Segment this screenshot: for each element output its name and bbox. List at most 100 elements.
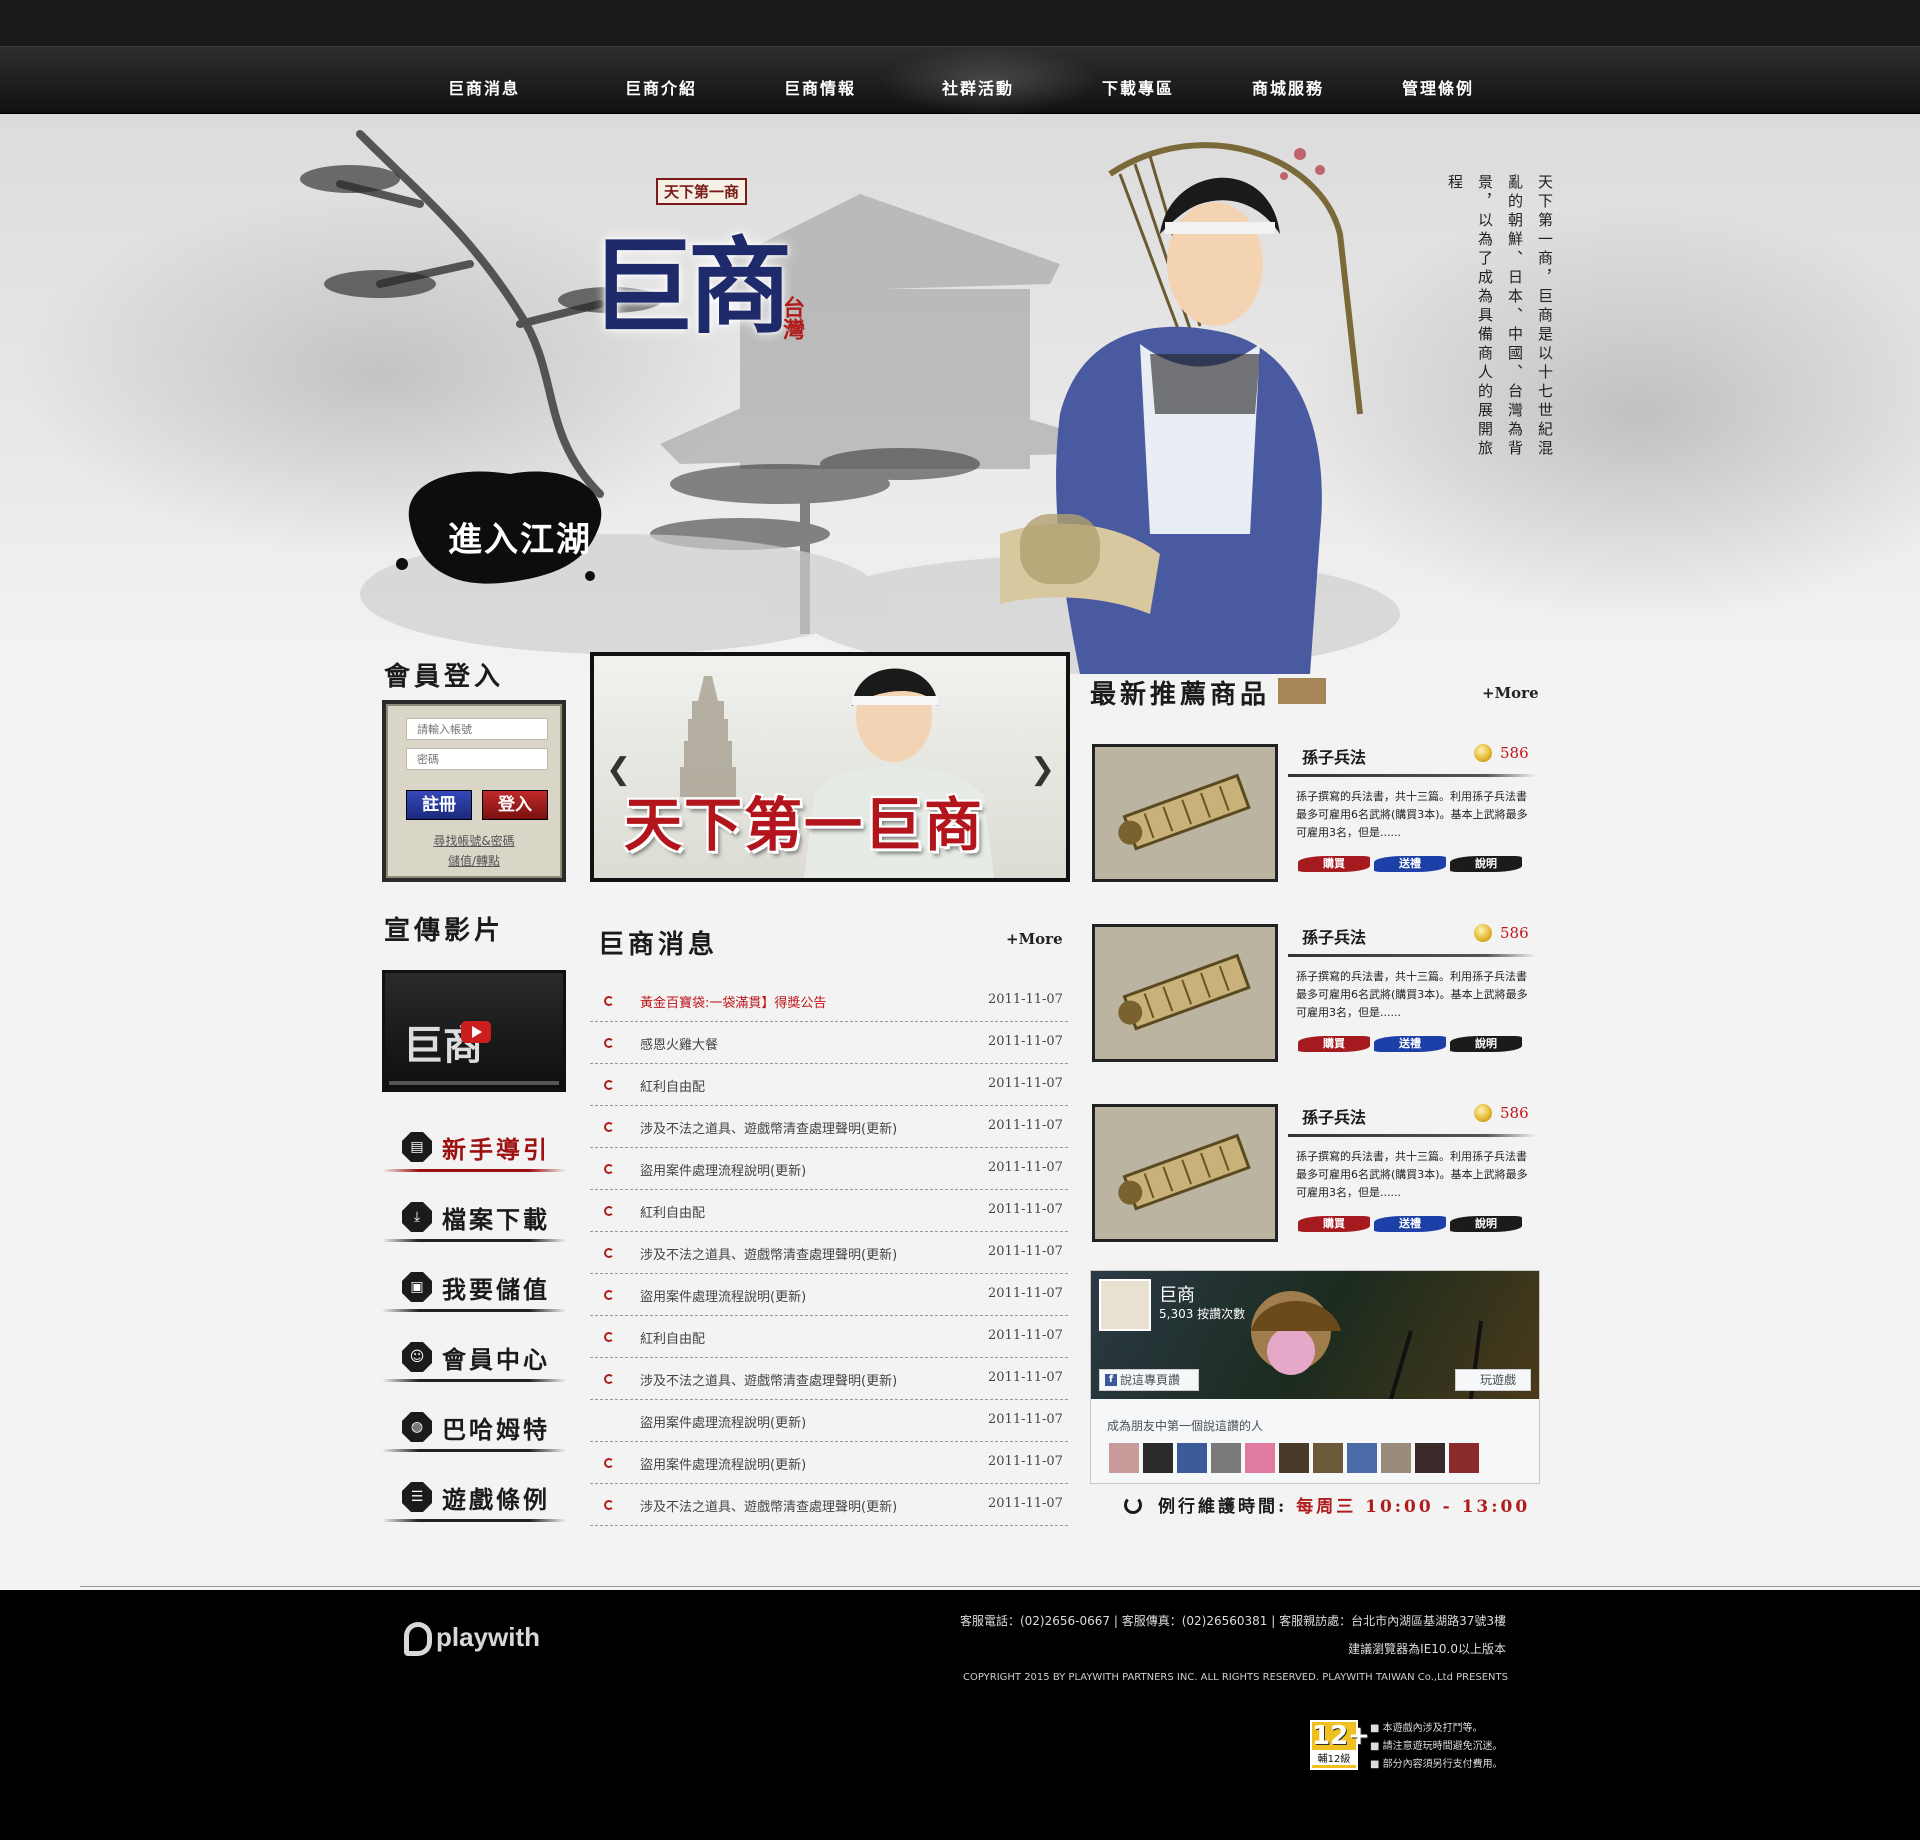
promo-video[interactable]: 巨商	[382, 970, 566, 1092]
gift-button[interactable]: 送禮	[1374, 1036, 1446, 1052]
nav-news[interactable]: 巨商消息	[448, 75, 520, 99]
bullet-icon	[604, 1038, 614, 1048]
buy-button[interactable]: 購買	[1298, 1036, 1370, 1052]
topup-link[interactable]: 儲值/轉點	[386, 852, 562, 869]
facebook-page-avatar[interactable]	[1099, 1279, 1151, 1331]
promo-banner[interactable]: ❮ ❯ 天下第一巨商	[590, 652, 1070, 882]
news-date: 2011-11-07	[988, 992, 1063, 1007]
news-row[interactable]: 盜用案件處理流程說明(更新) 2011-11-07	[590, 1442, 1068, 1484]
hero-artwork	[300, 130, 1400, 674]
product-image[interactable]	[1092, 744, 1278, 882]
side-menu-button[interactable]: ☰ 遊戲條例	[382, 1470, 566, 1526]
find-account-link[interactable]: 尋找帳號&密碼	[386, 832, 562, 849]
rating-note: ■ 本遊戲內涉及打鬥等。	[1370, 1723, 1483, 1734]
news-title[interactable]: 涉及不法之道具、遊戲幣清查處理聲明(更新)	[640, 1496, 897, 1515]
facebook-page-name[interactable]: 巨商	[1159, 1281, 1195, 1307]
forum-icon: ◍	[402, 1412, 432, 1442]
news-title[interactable]: 紅利自由配	[640, 1076, 705, 1095]
products-more-link[interactable]: +More	[1482, 684, 1539, 702]
maintenance-time: 例行維護時間: 每周三 10:00 - 13:00	[1124, 1492, 1530, 1517]
playwith-logo[interactable]: playwith	[404, 1622, 540, 1657]
gift-button[interactable]: 送禮	[1374, 856, 1446, 872]
news-date: 2011-11-07	[988, 1076, 1063, 1091]
side-menu-label: 巴哈姆特	[442, 1415, 550, 1444]
news-row[interactable]: 涉及不法之道具、遊戲幣清查處理聲明(更新) 2011-11-07	[590, 1106, 1068, 1148]
friend-avatar[interactable]	[1279, 1443, 1309, 1473]
news-row[interactable]: 紅利自由配 2011-11-07	[590, 1190, 1068, 1232]
news-row[interactable]: 盜用案件處理流程說明(更新) 2011-11-07	[590, 1274, 1068, 1316]
product-name[interactable]: 孫子兵法	[1302, 744, 1366, 768]
product-name[interactable]: 孫子兵法	[1302, 924, 1366, 948]
news-row[interactable]: 盜用案件處理流程說明(更新) 2011-11-07	[590, 1400, 1068, 1442]
side-menu-label: 檔案下載	[442, 1205, 550, 1234]
news-title[interactable]: 涉及不法之道具、遊戲幣清查處理聲明(更新)	[640, 1118, 897, 1137]
friend-avatar[interactable]	[1347, 1443, 1377, 1473]
news-row[interactable]: 涉及不法之道具、遊戲幣清查處理聲明(更新) 2011-11-07	[590, 1484, 1068, 1526]
news-title[interactable]: 涉及不法之道具、遊戲幣清查處理聲明(更新)	[640, 1244, 897, 1263]
product-image[interactable]	[1092, 1104, 1278, 1242]
friend-avatar[interactable]	[1177, 1443, 1207, 1473]
game-logo[interactable]: 巨商	[590, 202, 792, 353]
friend-avatar[interactable]	[1211, 1443, 1241, 1473]
coin-icon	[1474, 924, 1492, 942]
nav-download[interactable]: 下載專區	[1102, 75, 1174, 99]
nav-info[interactable]: 巨商情報	[784, 75, 856, 99]
product-name[interactable]: 孫子兵法	[1302, 1104, 1366, 1128]
password-input[interactable]	[406, 748, 548, 770]
news-title[interactable]: 盜用案件處理流程說明(更新)	[640, 1160, 806, 1179]
side-menu-button[interactable]: ☺ 會員中心	[382, 1330, 566, 1386]
news-row[interactable]: 涉及不法之道具、遊戲幣清查處理聲明(更新) 2011-11-07	[590, 1358, 1068, 1400]
news-row[interactable]: 黃金百寶袋:一袋滿貫】得獎公告 2011-11-07	[590, 980, 1068, 1022]
side-menu-button[interactable]: ◍ 巴哈姆特	[382, 1400, 566, 1456]
news-title[interactable]: 涉及不法之道具、遊戲幣清查處理聲明(更新)	[640, 1370, 897, 1389]
side-menu-button[interactable]: ▤ 新手導引	[382, 1120, 566, 1176]
product-image[interactable]	[1092, 924, 1278, 1062]
news-row[interactable]: 紅利自由配 2011-11-07	[590, 1064, 1068, 1106]
news-title[interactable]: 紅利自由配	[640, 1328, 705, 1347]
news-title[interactable]: 紅利自由配	[640, 1202, 705, 1221]
rating-label: 輔12級	[1312, 1750, 1356, 1765]
facebook-like-button[interactable]: 說這專頁讚	[1099, 1369, 1199, 1391]
register-button[interactable]: 註冊	[406, 790, 472, 820]
login-button[interactable]: 登入	[482, 790, 548, 820]
banner-next-arrow[interactable]: ❯	[1030, 752, 1055, 787]
enter-game-label: 進入江湖	[448, 520, 592, 560]
news-title[interactable]: 盜用案件處理流程說明(更新)	[640, 1412, 806, 1431]
news-title[interactable]: 盜用案件處理流程說明(更新)	[640, 1454, 806, 1473]
nav-intro[interactable]: 巨商介紹	[625, 75, 697, 99]
buy-button[interactable]: 購買	[1298, 1216, 1370, 1232]
bullet-icon	[604, 1290, 614, 1300]
nav-mall[interactable]: 商城服務	[1252, 75, 1324, 99]
news-row[interactable]: 感恩火雞大餐 2011-11-07	[590, 1022, 1068, 1064]
friend-avatar[interactable]	[1313, 1443, 1343, 1473]
friend-avatar[interactable]	[1449, 1443, 1479, 1473]
friend-avatar[interactable]	[1109, 1443, 1139, 1473]
gift-button[interactable]: 送禮	[1374, 1216, 1446, 1232]
news-title[interactable]: 黃金百寶袋:一袋滿貫】得獎公告	[640, 992, 826, 1011]
username-input[interactable]	[406, 718, 548, 740]
news-row[interactable]: 盜用案件處理流程說明(更新) 2011-11-07	[590, 1148, 1068, 1190]
friend-avatar[interactable]	[1381, 1443, 1411, 1473]
news-row[interactable]: 紅利自由配 2011-11-07	[590, 1316, 1068, 1358]
friend-avatar[interactable]	[1143, 1443, 1173, 1473]
news-title[interactable]: 感恩火雞大餐	[640, 1034, 718, 1053]
info-button[interactable]: 說明	[1450, 1216, 1522, 1232]
side-menu-button[interactable]: ▣ 我要儲值	[382, 1260, 566, 1316]
top-strip	[0, 0, 1920, 46]
news-more-link[interactable]: +More	[1006, 930, 1063, 948]
enter-game-button[interactable]: 進入江湖	[390, 464, 610, 594]
nav-community[interactable]: 社群活動	[942, 75, 1014, 99]
playwith-p-icon	[404, 1622, 432, 1657]
friend-avatar[interactable]	[1415, 1443, 1445, 1473]
buy-button[interactable]: 購買	[1298, 856, 1370, 872]
news-row[interactable]: 涉及不法之道具、遊戲幣清查處理聲明(更新) 2011-11-07	[590, 1232, 1068, 1274]
nav-rules[interactable]: 管理條例	[1402, 75, 1474, 99]
facebook-play-button[interactable]: 玩遊戲	[1455, 1369, 1531, 1391]
play-icon[interactable]	[461, 1021, 491, 1043]
side-menu-button[interactable]: ⤓ 檔案下載	[382, 1190, 566, 1246]
info-button[interactable]: 說明	[1450, 1036, 1522, 1052]
info-button[interactable]: 說明	[1450, 856, 1522, 872]
friend-avatar[interactable]	[1245, 1443, 1275, 1473]
news-title[interactable]: 盜用案件處理流程說明(更新)	[640, 1286, 806, 1305]
video-progress-bar[interactable]	[389, 1081, 559, 1085]
